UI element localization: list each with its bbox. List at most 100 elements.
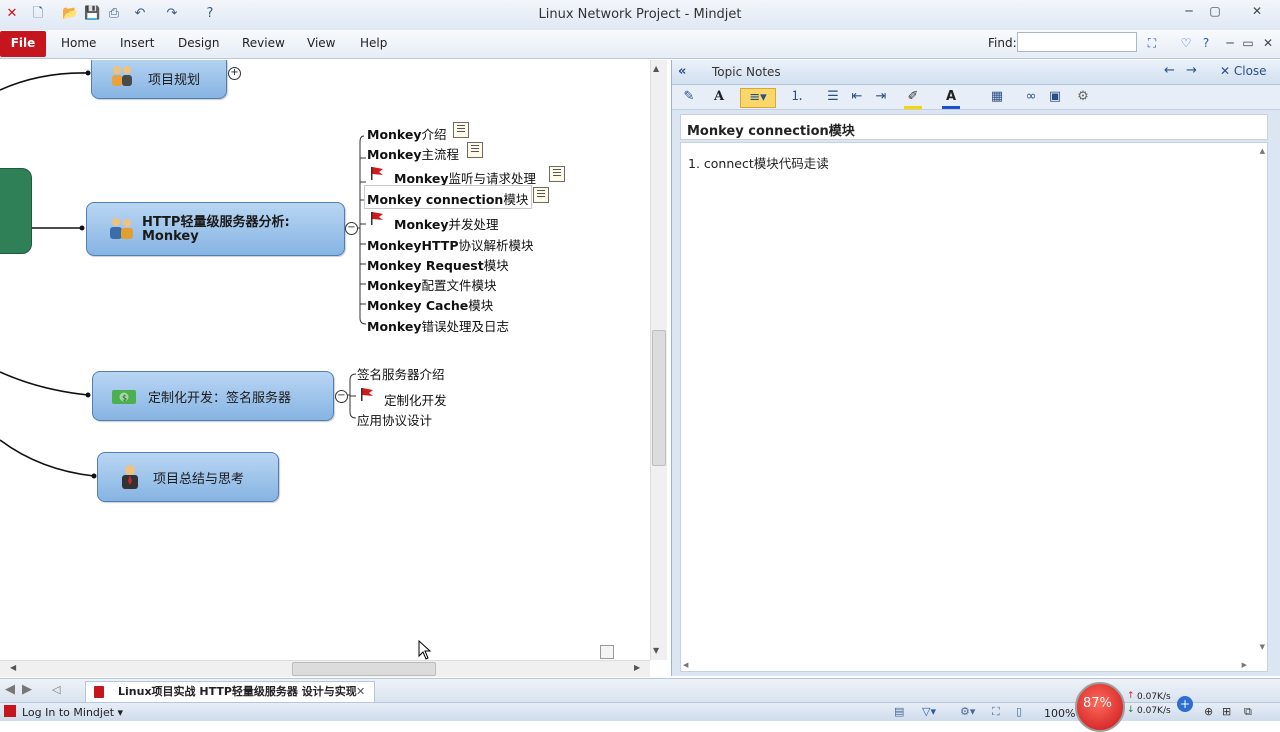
subtopic-item[interactable]: Monkey并发处理 [394,214,499,233]
map-horizontal-scrollbar[interactable]: ◀ ▶ [0,660,650,677]
minimize-button[interactable]: ─ [1176,2,1202,20]
subtopic-item[interactable]: Monkey主流程 [367,144,459,163]
tab-back-icon[interactable]: ◀ [5,682,15,697]
gauge-percent: 87% [1083,696,1112,711]
align-left-icon[interactable]: ≡▾ [740,88,776,108]
topic-label-line2: Monkey [142,229,199,244]
subtopic-item[interactable]: 签名服务器介绍 [357,364,445,383]
font-icon[interactable]: A [710,88,728,106]
subtopic-item[interactable]: 定制化开发 [384,390,447,409]
settings-icon[interactable]: ⚙▾ [960,705,975,718]
heart-icon[interactable]: ♡ [1178,35,1194,51]
close-tab-icon[interactable]: ✕ [356,682,365,702]
highlight-icon[interactable]: ✐ [904,88,922,109]
topic-summary[interactable]: 项目总结与思考 [97,452,279,502]
subtopic-item[interactable]: 应用协议设计 [357,410,432,429]
scroll-up-icon[interactable]: ▲ [653,64,659,73]
note-icon[interactable] [467,142,483,158]
subtopic-item[interactable]: Monkey介绍 [367,124,447,143]
previous-note-icon[interactable]: ← [1164,63,1175,78]
scroll-left-icon[interactable]: ◀ [10,663,16,672]
zoom-in-icon[interactable]: ⊕ [1204,705,1213,718]
ribbon-minimize-icon[interactable]: ─ [1222,35,1238,51]
tab-review[interactable]: Review [242,36,285,50]
table-icon[interactable]: ▦ [988,88,1006,106]
image-icon[interactable]: ▣ [1046,88,1064,106]
scroll-thumb[interactable] [292,662,436,676]
maximize-button[interactable]: ▢ [1202,2,1228,20]
bullet-list-icon[interactable]: ☰ [824,88,842,106]
collapse-toggle[interactable]: − [345,222,358,235]
next-note-icon[interactable]: → [1186,63,1197,78]
numbered-list-icon[interactable]: ⒈ [788,88,806,106]
editor-scroll-down-icon[interactable]: ▼ [1260,643,1265,651]
close-label: Close [1233,64,1267,78]
font-color-icon[interactable]: A [942,88,960,109]
notes-header-title: Topic Notes [712,65,781,79]
login-link[interactable]: Log In to Mindjet ▾ [22,706,123,719]
editor-scroll-up-icon[interactable]: ▲ [1260,147,1265,155]
tab-insert[interactable]: Insert [120,36,154,50]
scroll-down-icon[interactable]: ▼ [653,646,659,655]
collapse-toggle[interactable]: − [335,390,348,403]
boost-plus-icon[interactable]: + [1177,696,1193,712]
scroll-right-icon[interactable]: ▶ [634,663,640,672]
fit-map-icon[interactable]: ⛶ [992,705,1000,719]
subtopic-item[interactable]: Monkey Cache模块 [367,295,493,314]
editor-scroll-right-icon[interactable]: ▶ [1242,661,1247,669]
tab-view[interactable]: View [307,36,335,50]
document-tab[interactable]: Linux项目实战 HTTP轻量级服务器 设计与实现 ✕ [85,681,375,702]
note-icon[interactable] [453,122,469,138]
editor-scroll-left-icon[interactable]: ◀ [683,661,688,669]
upload-arrow-icon: ↑ [1127,691,1135,701]
help-icon[interactable]: ? [1198,35,1214,51]
file-tab[interactable]: File [0,31,46,57]
hyperlink-icon[interactable]: ∞ [1022,88,1040,106]
layout-icon[interactable]: ▤ [894,705,904,718]
tab-forward-icon[interactable]: ▶ [22,682,32,697]
tab-design[interactable]: Design [178,36,219,50]
subtopic-item[interactable]: MonkeyHTTP协议解析模块 [367,235,534,254]
mind-map-canvas[interactable]: 项目规划 + HTTP轻量级服务器分析: Monkey − Monkey介绍 M… [0,60,650,660]
note-icon[interactable] [549,166,565,182]
note-topic-title: Monkey connection模块 [680,114,1268,140]
find-input[interactable] [1017,32,1137,52]
page-view-icon[interactable]: ▯ [1016,705,1022,718]
topic-label: 定制化开发：签名服务器 [148,391,292,406]
map-overview-icon[interactable] [600,645,614,659]
full-screen-icon[interactable]: ⧉ [1244,705,1252,719]
note-icon[interactable] [533,187,549,203]
topic-project-planning[interactable]: 项目规划 [91,60,227,99]
subtopic-item[interactable]: Monkey Request模块 [367,255,509,274]
increase-indent-icon[interactable]: ⇥ [872,88,890,106]
red-flag-icon [371,212,383,225]
map-vertical-scrollbar[interactable]: ▲ ▼ [650,60,667,660]
people-icon [112,66,132,86]
topic-custom-dev[interactable]: $ 定制化开发：签名服务器 [92,371,334,421]
money-icon: $ [112,390,136,404]
ribbon-tabs: File Home Insert Design Review View Help… [0,30,1280,59]
scroll-thumb[interactable] [652,330,666,466]
filter-icon[interactable]: ▽▾ [922,705,936,718]
tab-home[interactable]: Home [61,36,96,50]
tab-help[interactable]: Help [360,36,387,50]
expand-toggle[interactable]: + [228,67,241,80]
close-notes-button[interactable]: ✕ Close [1220,64,1267,78]
collapse-pane-icon[interactable]: « [678,64,686,79]
format-painter-icon[interactable]: ✎ [680,88,698,106]
central-topic[interactable] [0,168,32,254]
ribbon-restore-icon[interactable]: ▭ [1240,35,1256,51]
subtopic-item[interactable]: Monkey错误处理及日志 [367,316,509,335]
binoculars-icon[interactable]: ⛶ [1144,35,1160,51]
topic-label: 项目总结与思考 [153,472,245,487]
decrease-indent-icon[interactable]: ⇤ [848,88,866,106]
tab-scroll-left-icon[interactable]: ◁ [52,683,60,696]
topic-http-server[interactable]: HTTP轻量级服务器分析: Monkey [86,202,345,256]
subtopic-item-selected[interactable]: Monkey connection模块 [367,189,528,208]
note-editor[interactable]: 1. connect模块代码走读 ▲ ▼ ◀ ▶ [680,142,1268,672]
subtopic-item[interactable]: Monkey配置文件模块 [367,275,497,294]
ribbon-close-icon[interactable]: ✕ [1260,35,1276,51]
fit-page-icon[interactable]: ⊞ [1222,705,1231,718]
attachment-icon[interactable]: ⚙ [1074,88,1092,106]
close-window-button[interactable]: ✕ [1240,2,1274,20]
